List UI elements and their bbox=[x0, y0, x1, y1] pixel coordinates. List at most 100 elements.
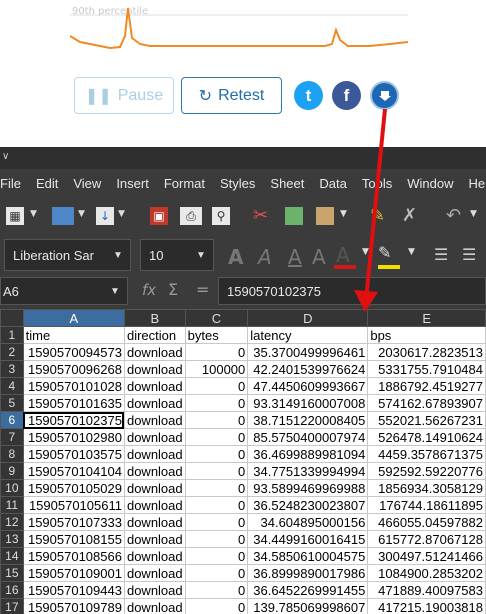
cell-e1[interactable]: bps bbox=[367, 326, 486, 344]
column-header[interactable]: D bbox=[247, 309, 369, 327]
cell-b1[interactable]: direction bbox=[123, 326, 186, 344]
function-wizard-icon[interactable]: fx bbox=[142, 281, 156, 299]
cell-d11[interactable]: 36.5248230023807 bbox=[247, 496, 369, 514]
font-color-icon[interactable]: A bbox=[336, 243, 350, 267]
dropdown-arrow-icon[interactable]: ▼ bbox=[362, 247, 369, 257]
cell-c10[interactable]: 0 bbox=[184, 479, 249, 497]
cell-a13[interactable]: 1590570108155 bbox=[22, 530, 125, 548]
row-header[interactable]: 5 bbox=[0, 394, 24, 412]
cell-d12[interactable]: 34.604895000156 bbox=[247, 513, 369, 531]
cell-d14[interactable]: 34.5850610004575 bbox=[247, 547, 369, 565]
cell-a12[interactable]: 1590570107333 bbox=[22, 513, 125, 531]
menu-view[interactable]: View bbox=[73, 176, 101, 191]
italic-icon[interactable]: A bbox=[258, 245, 272, 269]
twitter-icon[interactable]: t bbox=[294, 81, 323, 110]
cell-a6[interactable]: 1590570102375 bbox=[22, 411, 125, 429]
cell-c13[interactable]: 0 bbox=[184, 530, 249, 548]
sum-icon[interactable]: Σ bbox=[168, 280, 178, 299]
cell-e4[interactable]: 1886792.4519277 bbox=[367, 377, 486, 395]
cell-c11[interactable]: 0 bbox=[184, 496, 249, 514]
row-header[interactable]: 12 bbox=[0, 513, 24, 531]
cell-b11[interactable]: download bbox=[123, 496, 186, 514]
row-header[interactable]: 10 bbox=[0, 479, 24, 497]
column-header[interactable]: E bbox=[367, 309, 486, 327]
cell-d7[interactable]: 85.5750400007974 bbox=[247, 428, 369, 446]
row-header[interactable]: 8 bbox=[0, 445, 24, 463]
menu-format[interactable]: Format bbox=[164, 176, 205, 191]
row-header[interactable]: 13 bbox=[0, 530, 24, 548]
cell-d9[interactable]: 34.7751339994994 bbox=[247, 462, 369, 480]
cell-b16[interactable]: download bbox=[123, 581, 186, 599]
column-header[interactable]: A bbox=[22, 309, 125, 327]
bold-icon[interactable]: A bbox=[228, 245, 243, 269]
row-header[interactable]: 7 bbox=[0, 428, 24, 446]
select-all-corner[interactable] bbox=[0, 309, 24, 327]
menu-sheet[interactable]: Sheet bbox=[270, 176, 304, 191]
cell-e7[interactable]: 526478.14910624 bbox=[367, 428, 486, 446]
cell-e13[interactable]: 615772.87067128 bbox=[367, 530, 486, 548]
cell-d13[interactable]: 34.4499160016415 bbox=[247, 530, 369, 548]
cell-d17[interactable]: 139.785069998607 bbox=[247, 598, 369, 614]
cell-a8[interactable]: 1590570103575 bbox=[22, 445, 125, 463]
cell-d3[interactable]: 42.2401539976624 bbox=[247, 360, 369, 378]
cut-icon[interactable]: ✂ bbox=[253, 205, 268, 226]
cell-d15[interactable]: 36.8999890017986 bbox=[247, 564, 369, 582]
cell-a10[interactable]: 1590570105029 bbox=[22, 479, 125, 497]
cell-c17[interactable]: 0 bbox=[184, 598, 249, 614]
cell-d2[interactable]: 35.3700499996461 bbox=[247, 343, 369, 361]
formula-input[interactable]: 1590570102375 bbox=[218, 277, 486, 305]
cell-a1[interactable]: time bbox=[22, 326, 125, 344]
cell-b10[interactable]: download bbox=[123, 479, 186, 497]
cell-e16[interactable]: 471889.40097583 bbox=[367, 581, 486, 599]
cell-d5[interactable]: 93.3149160007008 bbox=[247, 394, 369, 412]
window-menu-icon[interactable]: ∨ bbox=[2, 151, 9, 162]
chevron-down-icon[interactable]: ▼ bbox=[189, 240, 213, 270]
align-center-icon[interactable]: ☰ bbox=[462, 245, 476, 264]
cell-c12[interactable]: 0 bbox=[184, 513, 249, 531]
cell-d10[interactable]: 93.5899469969988 bbox=[247, 479, 369, 497]
row-header[interactable]: 1 bbox=[0, 326, 24, 344]
cell-e10[interactable]: 1856934.3058129 bbox=[367, 479, 486, 497]
menu-help[interactable]: Help bbox=[468, 176, 486, 191]
cell-a9[interactable]: 1590570104104 bbox=[22, 462, 125, 480]
cell-d4[interactable]: 47.4450609993667 bbox=[247, 377, 369, 395]
cell-a4[interactable]: 1590570101028 bbox=[22, 377, 125, 395]
cell-b5[interactable]: download bbox=[123, 394, 186, 412]
cell-b14[interactable]: download bbox=[123, 547, 186, 565]
export-pdf-icon[interactable]: ▣ bbox=[150, 207, 168, 225]
row-header[interactable]: 16 bbox=[0, 581, 24, 599]
cell-c16[interactable]: 0 bbox=[184, 581, 249, 599]
print-icon[interactable]: ⎙ bbox=[180, 207, 202, 225]
cell-e14[interactable]: 300497.51241466 bbox=[367, 547, 486, 565]
cell-e9[interactable]: 592592.59220776 bbox=[367, 462, 486, 480]
cell-b13[interactable]: download bbox=[123, 530, 186, 548]
menu-styles[interactable]: Styles bbox=[220, 176, 255, 191]
cell-c1[interactable]: bytes bbox=[184, 326, 249, 344]
dropdown-arrow-icon[interactable]: ▼ bbox=[340, 209, 347, 219]
cell-d16[interactable]: 36.6452269991455 bbox=[247, 581, 369, 599]
cell-b7[interactable]: download bbox=[123, 428, 186, 446]
copy-icon[interactable] bbox=[285, 207, 303, 225]
cell-e6[interactable]: 552021.56267231 bbox=[367, 411, 486, 429]
row-header[interactable]: 6 bbox=[0, 411, 24, 429]
menu-insert[interactable]: Insert bbox=[116, 176, 149, 191]
menu-window[interactable]: Window bbox=[407, 176, 453, 191]
cell-b6[interactable]: download bbox=[123, 411, 186, 429]
row-header[interactable]: 14 bbox=[0, 547, 24, 565]
cell-b15[interactable]: download bbox=[123, 564, 186, 582]
menu-file[interactable]: File bbox=[0, 176, 21, 191]
row-header[interactable]: 4 bbox=[0, 377, 24, 395]
shadow-icon[interactable]: A bbox=[312, 245, 326, 269]
cell-c14[interactable]: 0 bbox=[184, 547, 249, 565]
row-header[interactable]: 9 bbox=[0, 462, 24, 480]
facebook-icon[interactable]: f bbox=[332, 81, 361, 110]
open-folder-icon[interactable] bbox=[52, 207, 74, 225]
clone-formatting-icon[interactable]: ✎ bbox=[370, 205, 385, 226]
save-icon[interactable]: ↓ bbox=[96, 207, 114, 225]
cell-a3[interactable]: 1590570096268 bbox=[22, 360, 125, 378]
column-header[interactable]: C bbox=[184, 309, 249, 327]
dropdown-arrow-icon[interactable]: ▼ bbox=[118, 209, 125, 219]
cell-a17[interactable]: 1590570109789 bbox=[22, 598, 125, 614]
column-header[interactable]: B bbox=[123, 309, 186, 327]
cell-b3[interactable]: download bbox=[123, 360, 186, 378]
